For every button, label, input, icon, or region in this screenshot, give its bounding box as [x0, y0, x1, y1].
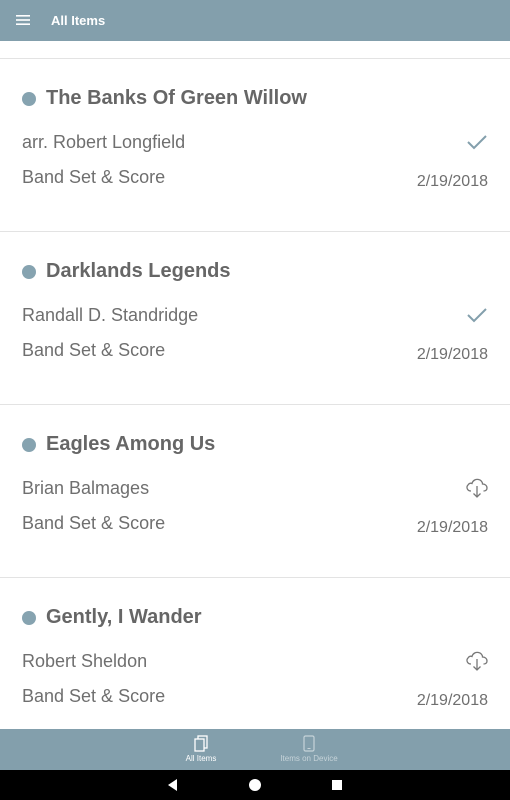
cloud-download-icon [466, 478, 488, 498]
check-icon [467, 308, 487, 323]
item-date: 2/19/2018 [416, 519, 488, 536]
check-icon [467, 135, 487, 150]
downloaded-status [464, 131, 490, 153]
recents-icon[interactable] [332, 780, 342, 790]
item-composer: arr. Robert Longfield [22, 132, 186, 152]
item-title: Darklands Legends [46, 260, 231, 282]
item-title: The Banks Of Green Willow [46, 87, 307, 109]
item-composer: Brian Balmages [22, 478, 150, 498]
app-bar: All Items [0, 0, 510, 41]
item-title: Eagles Among Us [46, 433, 216, 455]
downloaded-status [464, 304, 490, 326]
list-top-divider [0, 41, 510, 59]
list-item[interactable]: Gently, I Wander Robert Sheldon Band Set… [0, 578, 510, 729]
tab-items-on-device-label: Items on Device [280, 754, 338, 763]
item-composer: Randall D. Standridge [22, 305, 199, 325]
hamburger-menu-icon [16, 15, 30, 25]
item-date: 2/19/2018 [416, 346, 488, 363]
item-date: 2/19/2018 [416, 692, 488, 709]
page-title: All Items [51, 13, 106, 28]
item-indicator-dot [22, 92, 36, 106]
item-format: Band Set & Score [22, 686, 166, 706]
item-composer: Robert Sheldon [22, 651, 148, 671]
item-title: Gently, I Wander [46, 606, 202, 628]
tab-all-items[interactable]: All Items [156, 729, 246, 770]
item-format: Band Set & Score [22, 513, 166, 533]
tab-all-items-label: All Items [185, 754, 217, 763]
item-indicator-dot [22, 438, 36, 452]
tab-items-on-device[interactable]: Items on Device [264, 729, 354, 770]
item-indicator-dot [22, 611, 36, 625]
list-item[interactable]: Eagles Among Us Brian Balmages Band Set … [0, 405, 510, 578]
download-button[interactable] [464, 477, 490, 499]
list-item[interactable]: Darklands Legends Randall D. Standridge … [0, 232, 510, 405]
list-item[interactable]: The Banks Of Green Willow arr. Robert Lo… [0, 59, 510, 232]
tablet-icon [303, 735, 315, 752]
system-navigation-bar [0, 770, 510, 800]
cloud-download-icon [466, 651, 488, 671]
item-format: Band Set & Score [22, 167, 166, 187]
item-date: 2/19/2018 [416, 173, 488, 190]
menu-button[interactable] [13, 10, 33, 30]
download-button[interactable] [464, 650, 490, 672]
item-format: Band Set & Score [22, 340, 166, 360]
back-icon[interactable] [168, 779, 177, 791]
items-list[interactable]: The Banks Of Green Willow arr. Robert Lo… [0, 41, 510, 729]
home-icon[interactable] [249, 779, 261, 791]
documents-icon [194, 735, 208, 752]
bottom-navigation: All Items Items on Device [0, 729, 510, 770]
item-indicator-dot [22, 265, 36, 279]
